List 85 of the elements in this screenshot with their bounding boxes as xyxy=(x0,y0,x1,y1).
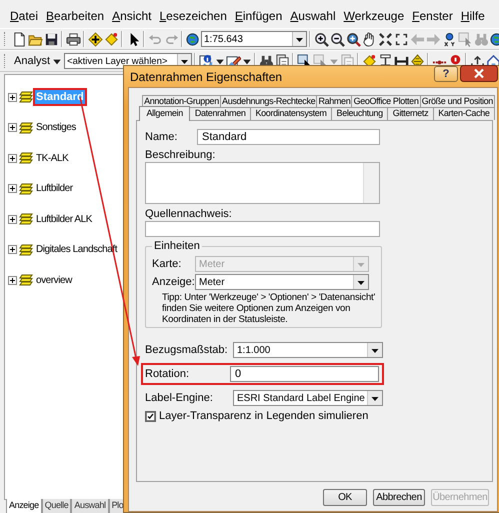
dialog-tab[interactable]: Gitternetz xyxy=(387,107,434,120)
dialog-tab[interactable]: Größe und Position xyxy=(420,95,496,107)
layers-icon xyxy=(19,152,33,164)
menu-item[interactable]: Bearbeiten xyxy=(46,9,104,23)
dialog-title: Datenrahmen Eigenschaften xyxy=(129,70,284,84)
menu-item[interactable]: Werkzeuge xyxy=(344,9,404,23)
expand-icon[interactable] xyxy=(8,184,17,193)
globe-icon[interactable] xyxy=(186,32,200,46)
field-label: Label-Engine: xyxy=(145,392,214,404)
xy-locator-icon[interactable] xyxy=(442,32,456,46)
tip-text: Tipp: Unter 'Werkzeuge' > 'Optionen' > 'Datenansicht' finden Sie weitere Optionen zum Anzeigen von Koordinaten in der Statusleiste. xyxy=(162,292,376,325)
field-label: Quellennachweis: xyxy=(145,208,233,220)
dropdown[interactable]: 1:75.643 xyxy=(201,31,307,47)
expand-icon[interactable] xyxy=(8,154,17,162)
input-field[interactable]: 0 xyxy=(230,366,379,382)
dialog-tab[interactable]: Karten-Cache xyxy=(432,107,496,120)
layers-icon xyxy=(19,274,33,286)
scrollbar[interactable] xyxy=(363,163,379,203)
menu-item[interactable]: Fenster xyxy=(412,9,453,23)
menu-item[interactable]: Einfügen xyxy=(234,9,282,23)
help-button[interactable]: ? xyxy=(434,66,458,82)
dialog-tab[interactable]: Koordinatensystem xyxy=(250,107,332,120)
toolbar-menu[interactable]: Analyst xyxy=(11,55,52,67)
zoom-globe-icon[interactable] xyxy=(346,32,360,46)
panel-tab[interactable]: Auswahl xyxy=(71,499,109,513)
field-label: Name: xyxy=(145,131,178,143)
layers-icon xyxy=(19,122,33,134)
field-label: Rotation: xyxy=(145,368,190,380)
menu-item[interactable]: Datei xyxy=(10,9,38,23)
layers-icon xyxy=(19,213,33,225)
panel-tab[interactable]: Quelle xyxy=(42,499,72,513)
input-field[interactable] xyxy=(145,221,380,237)
dialog-button[interactable]: Abbrechen xyxy=(373,489,425,506)
dialog-tab[interactable]: Rahmen xyxy=(316,95,352,107)
zoom-out-icon[interactable] xyxy=(330,32,344,46)
dialog-button[interactable]: OK xyxy=(323,489,367,506)
caret-icon[interactable] xyxy=(292,32,306,46)
caret-icon[interactable] xyxy=(367,391,382,405)
menu-item[interactable]: Lesezeichen xyxy=(159,9,227,23)
layer-name[interactable]: TK-ALK xyxy=(35,152,70,164)
dropdown[interactable]: Meter xyxy=(195,274,369,290)
diamond-icon[interactable] xyxy=(104,32,118,46)
menu-item[interactable]: Ansicht xyxy=(112,9,152,23)
dialog-tab[interactable]: Allgemein xyxy=(139,106,190,121)
layer-name[interactable]: Sonstiges xyxy=(35,121,77,134)
zoom-in-icon[interactable] xyxy=(314,32,328,46)
expand-icon[interactable] xyxy=(8,123,17,132)
close-button[interactable] xyxy=(460,65,498,82)
dialog-tab[interactable]: Annotation-Gruppen xyxy=(142,95,221,107)
caret-icon[interactable] xyxy=(367,343,382,357)
floppy-icon[interactable] xyxy=(44,32,58,46)
dropdown[interactable]: ESRI Standard Label Engine xyxy=(233,390,383,406)
field-label: Anzeige: xyxy=(152,276,195,288)
dialog-tab[interactable]: Ausdehnungs-Rechtecke xyxy=(220,95,318,107)
input-field[interactable]: Standard xyxy=(197,129,380,145)
expand-icon[interactable] xyxy=(8,92,17,102)
layers-icon xyxy=(19,91,33,103)
layer-name[interactable]: overview xyxy=(35,274,73,286)
expand-icon[interactable] xyxy=(8,214,17,224)
checkbox-label: Layer-Transparenz in Legenden simulieren xyxy=(159,410,368,422)
layers-icon xyxy=(19,244,33,256)
dropdown[interactable]: 1:1.000 xyxy=(233,342,383,358)
zoom-out-arrows-icon[interactable] xyxy=(394,32,408,46)
caret-icon[interactable] xyxy=(353,275,368,289)
layers-icon xyxy=(19,182,33,194)
dialog-tab[interactable]: GeoOffice Plotten xyxy=(351,95,421,107)
field-label: Karte: xyxy=(152,258,182,270)
layer-name[interactable]: Luftbilder ALK xyxy=(35,212,93,226)
field-label: Beschreibung: xyxy=(145,149,216,161)
printer-icon[interactable] xyxy=(66,32,80,46)
dialog-tab[interactable]: Beleuchtung xyxy=(331,107,388,120)
hand-icon[interactable] xyxy=(362,32,376,46)
dialog-tab[interactable]: Datenrahmen xyxy=(189,107,251,120)
menu-item[interactable]: Hilfe xyxy=(460,9,485,23)
add-data-icon[interactable] xyxy=(88,32,102,46)
expand-icon[interactable] xyxy=(8,276,17,284)
expand-icon[interactable] xyxy=(8,245,17,254)
field-label: Bezugsmaßstab: xyxy=(145,344,229,356)
layer-name[interactable]: Luftbilder xyxy=(35,182,74,195)
checkbox[interactable] xyxy=(145,410,156,422)
panel-tab[interactable]: Anzeige xyxy=(6,499,42,513)
menu-item[interactable]: Auswahl xyxy=(290,9,336,23)
group-title: Einheiten xyxy=(152,240,202,252)
zoom-in-arrows-icon[interactable] xyxy=(378,32,392,46)
page-icon[interactable] xyxy=(12,32,26,46)
